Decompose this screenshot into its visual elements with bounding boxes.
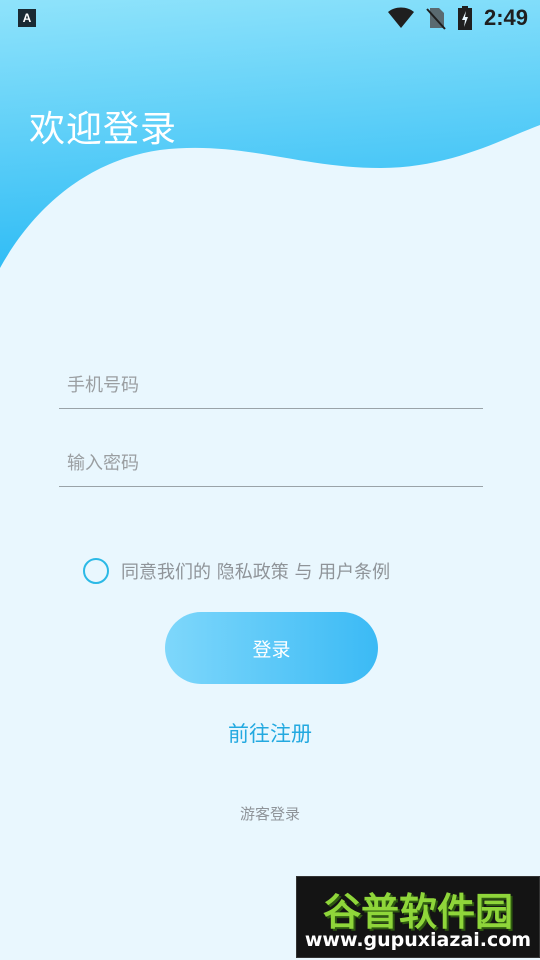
agree-radio[interactable]: [83, 558, 109, 584]
watermark-logo: 谷普软件园 www.gupuxiazai.com: [296, 876, 540, 958]
guest-login-link[interactable]: 游客登录: [0, 803, 540, 824]
phone-field: [59, 364, 483, 409]
password-input[interactable]: [65, 442, 469, 484]
status-bar: A 2:49: [0, 0, 540, 36]
watermark-title: 谷普软件园: [322, 890, 513, 934]
wifi-icon: [387, 7, 414, 28]
page-title: 欢迎登录: [29, 109, 178, 150]
register-link[interactable]: 前往注册: [0, 718, 540, 748]
password-field: [59, 442, 483, 487]
no-sim-icon: [426, 8, 446, 30]
watermark-url: www.gupuxiazai.com: [304, 929, 532, 951]
battery-charging-icon: [457, 6, 472, 30]
svg-text:A: A: [23, 11, 32, 25]
login-button[interactable]: 登录: [165, 612, 378, 684]
status-time: 2:49: [483, 5, 528, 30]
agreement-row: 同意我们的 隐私政策 与 用户条例: [83, 556, 390, 586]
agreement-text[interactable]: 同意我们的 隐私政策 与 用户条例: [121, 558, 390, 584]
phone-input[interactable]: [65, 364, 469, 406]
a-badge-icon: A: [18, 9, 36, 27]
